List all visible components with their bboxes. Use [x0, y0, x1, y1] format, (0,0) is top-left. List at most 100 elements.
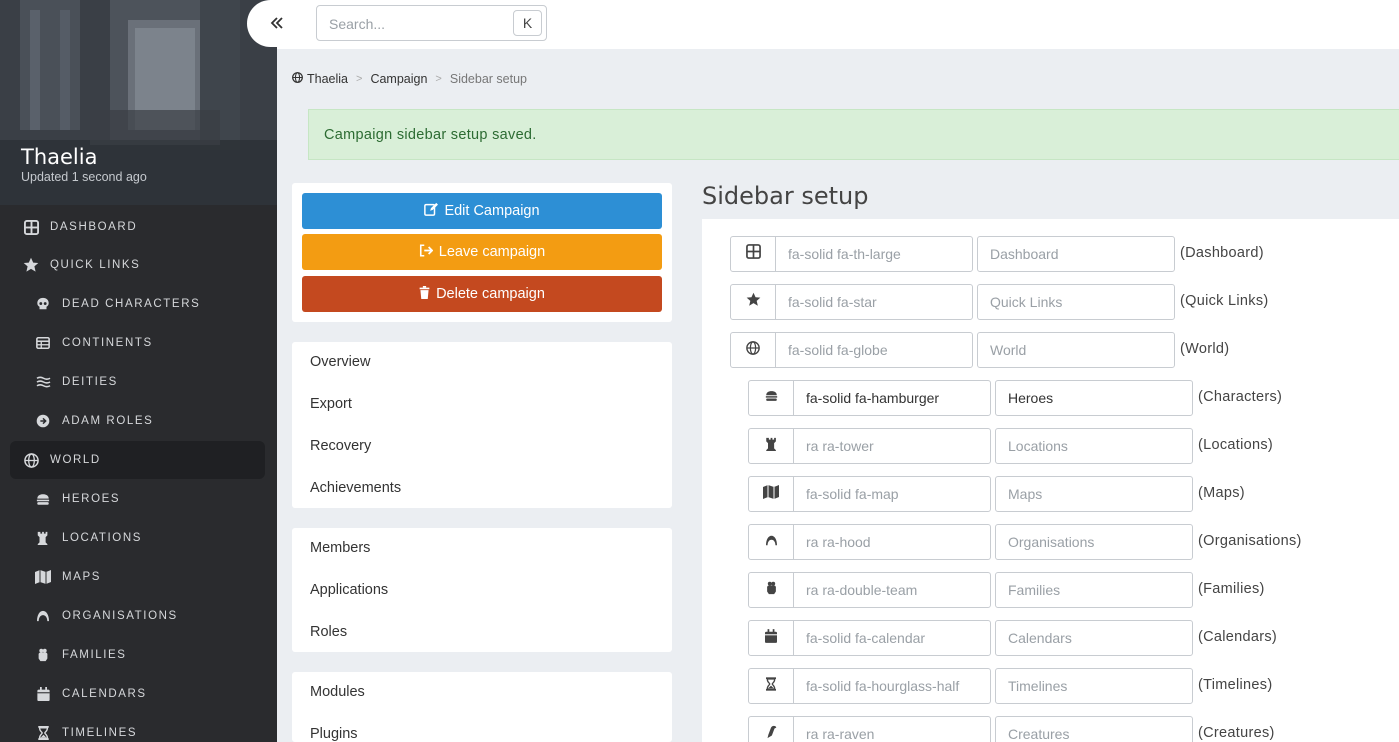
- sidebar: Thaelia Updated 1 second ago Dashboard Q…: [0, 0, 277, 742]
- breadcrumb-item[interactable]: Campaign: [370, 72, 427, 86]
- raven-icon: [765, 725, 777, 742]
- th-large-icon: [745, 244, 761, 264]
- icon-class-input[interactable]: fa-solid fa-globe: [775, 332, 973, 368]
- menu-item-applications[interactable]: Applications: [310, 582, 388, 598]
- campaign-actions-card: Edit Campaign Leave campaign Delete camp…: [292, 183, 672, 322]
- menu-item-achievements[interactable]: Achievements: [310, 480, 401, 496]
- sidebar-item-label: Families: [62, 649, 127, 661]
- sidebar-item-timelines[interactable]: Timelines: [10, 715, 265, 742]
- skull-icon: [34, 295, 52, 313]
- icon-preview: [748, 380, 794, 416]
- label-input[interactable]: Locations: [995, 428, 1193, 464]
- tower-icon: [34, 529, 52, 547]
- campaign-updated-text: Updated 1 second ago: [21, 170, 147, 184]
- breadcrumb-current: Sidebar setup: [449, 72, 527, 86]
- sidebar-item-organisations[interactable]: Organisations: [10, 598, 265, 634]
- label-input[interactable]: Quick Links: [977, 284, 1175, 320]
- search-input[interactable]: Search... K: [316, 5, 547, 41]
- label-input[interactable]: World: [977, 332, 1175, 368]
- sidebar-item-quick-links[interactable]: Quick Links: [10, 247, 265, 283]
- delete-campaign-button[interactable]: Delete campaign: [302, 276, 662, 312]
- delete-campaign-label: Delete campaign: [436, 286, 545, 302]
- label-input[interactable]: Organisations: [995, 524, 1193, 560]
- label-input[interactable]: Calendars: [995, 620, 1193, 656]
- label-input[interactable]: Dashboard: [977, 236, 1175, 272]
- sidebar-item-label: Continents: [62, 337, 153, 349]
- label-input[interactable]: Maps: [995, 476, 1193, 512]
- sign-out-icon: [419, 243, 434, 261]
- breadcrumb-campaign-link[interactable]: Thaelia: [292, 72, 348, 86]
- icon-class-input[interactable]: ra ra-raven: [793, 716, 991, 742]
- sidebar-item-locations[interactable]: Locations: [10, 520, 265, 556]
- th-large-icon: [22, 218, 40, 236]
- sidebar-item-families[interactable]: Families: [10, 637, 265, 673]
- menu-item-overview[interactable]: Overview: [310, 354, 370, 370]
- sidebar-item-heroes[interactable]: Heroes: [10, 481, 265, 517]
- icon-preview: [748, 620, 794, 656]
- breadcrumb-separator: >: [356, 73, 363, 85]
- icon-class-input[interactable]: fa-solid fa-th-large: [775, 236, 973, 272]
- edit-icon: [424, 202, 439, 220]
- star-icon: [22, 256, 40, 274]
- icon-class-input[interactable]: fa-solid fa-hourglass-half: [793, 668, 991, 704]
- sidebar-item-dashboard[interactable]: Dashboard: [10, 209, 265, 245]
- label-input[interactable]: Creatures: [995, 716, 1193, 742]
- label-input[interactable]: Timelines: [995, 668, 1193, 704]
- menu-item-recovery[interactable]: Recovery: [310, 438, 371, 454]
- sidebar-item-dead-characters[interactable]: Dead Characters: [10, 286, 265, 322]
- table-icon: [34, 334, 52, 352]
- edit-campaign-label: Edit Campaign: [444, 203, 540, 219]
- original-name: (Locations): [1198, 437, 1274, 453]
- water-icon: [34, 373, 52, 391]
- globe-icon: [746, 340, 760, 360]
- hourglass-icon: [766, 676, 776, 696]
- original-name: (Creatures): [1198, 725, 1275, 741]
- original-name: (Dashboard): [1180, 245, 1264, 261]
- collapse-sidebar-button[interactable]: [247, 0, 307, 47]
- edit-campaign-button[interactable]: Edit Campaign: [302, 193, 662, 229]
- icon-class-input[interactable]: ra ra-double-team: [793, 572, 991, 608]
- sidebar-item-world[interactable]: World: [10, 441, 265, 479]
- sidebar-item-maps[interactable]: Maps: [10, 559, 265, 595]
- icon-class-input[interactable]: fa-solid fa-calendar: [793, 620, 991, 656]
- globe-icon: [22, 451, 40, 469]
- icon-preview: [730, 284, 776, 320]
- original-name: (Maps): [1198, 485, 1245, 501]
- sidebar-item-adam-roles[interactable]: Adam Roles: [10, 403, 265, 439]
- hood-icon: [34, 607, 52, 625]
- original-name: (Quick Links): [1180, 293, 1269, 309]
- icon-class-input[interactable]: ra ra-hood: [793, 524, 991, 560]
- sidebar-item-calendars[interactable]: Calendars: [10, 676, 265, 712]
- icon-preview: [730, 332, 776, 368]
- menu-item-plugins[interactable]: Plugins: [310, 726, 358, 742]
- menu-item-export[interactable]: Export: [310, 396, 352, 412]
- campaign-name[interactable]: Thaelia: [21, 145, 97, 169]
- settings-menu-modules: Modules Plugins: [292, 672, 672, 742]
- leave-campaign-button[interactable]: Leave campaign: [302, 234, 662, 270]
- sidebar-item-label: Timelines: [62, 727, 138, 739]
- icon-preview: [748, 668, 794, 704]
- icon-class-input[interactable]: ra ra-tower: [793, 428, 991, 464]
- sidebar-setup-panel: fa-solid fa-th-large Dashboard (Dashboar…: [702, 219, 1399, 742]
- sidebar-item-label: World: [50, 454, 101, 466]
- globe-icon: [292, 72, 303, 86]
- star-icon: [746, 292, 761, 312]
- hood-icon: [765, 533, 778, 551]
- label-input[interactable]: Heroes: [995, 380, 1193, 416]
- double-team-icon: [766, 581, 777, 600]
- label-input[interactable]: Families: [995, 572, 1193, 608]
- icon-class-input[interactable]: fa-solid fa-star: [775, 284, 973, 320]
- icon-preview: [748, 524, 794, 560]
- menu-item-modules[interactable]: Modules: [310, 684, 365, 700]
- sidebar-item-label: Heroes: [62, 493, 121, 505]
- icon-class-input[interactable]: fa-solid fa-hamburger: [793, 380, 991, 416]
- sidebar-item-continents[interactable]: Continents: [10, 325, 265, 361]
- menu-item-members[interactable]: Members: [310, 540, 370, 556]
- sidebar-item-deities[interactable]: Deities: [10, 364, 265, 400]
- sidebar-item-label: Adam Roles: [62, 415, 154, 427]
- icon-class-input[interactable]: fa-solid fa-map: [793, 476, 991, 512]
- menu-item-roles[interactable]: Roles: [310, 624, 347, 640]
- breadcrumb: Thaelia > Campaign > Sidebar setup: [292, 72, 527, 86]
- sidebar-item-label: Calendars: [62, 688, 147, 700]
- original-name: (World): [1180, 341, 1230, 357]
